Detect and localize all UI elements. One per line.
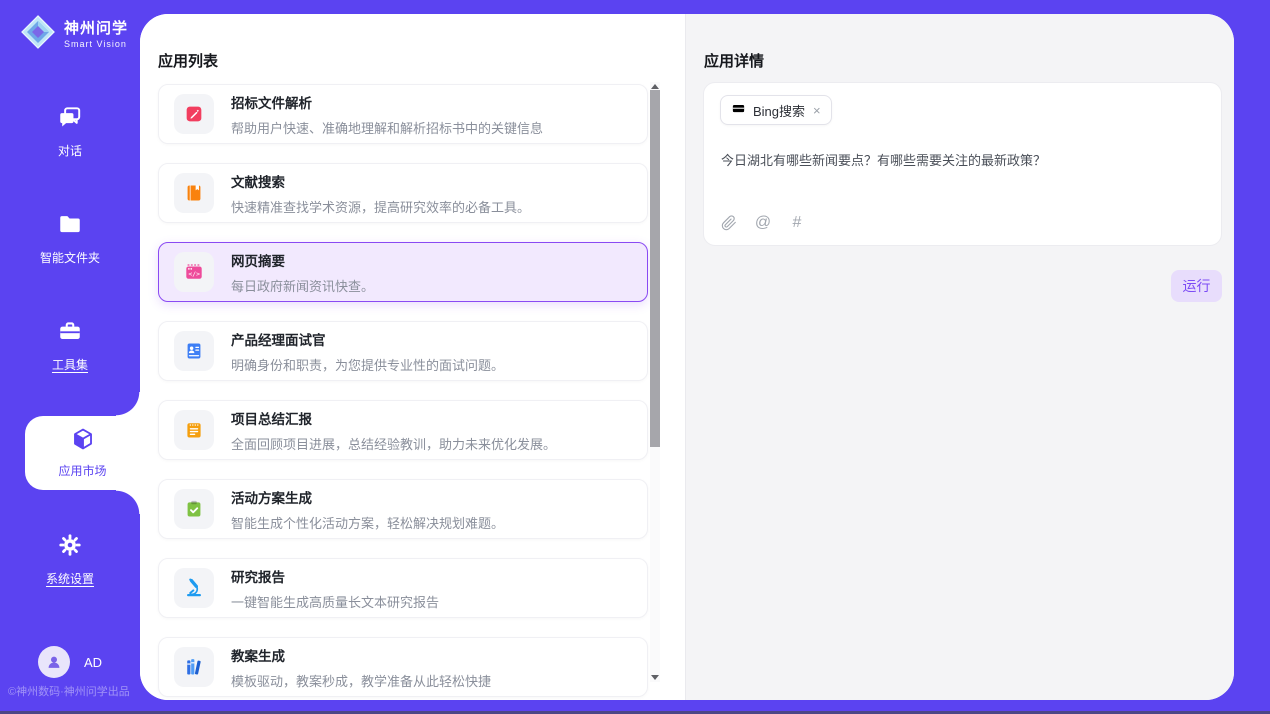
close-icon[interactable]: × [813, 103, 821, 118]
gear-icon [57, 532, 83, 561]
list-item[interactable]: </> 网页摘要 每日政府新闻资讯快查。 [158, 242, 648, 302]
app-desc: 全面回顾项目进展，总结经验教训，助力未来优化发展。 [231, 434, 556, 453]
briefcase-icon [57, 318, 83, 347]
brand-subtitle: Smart Vision [64, 40, 128, 49]
list-item[interactable]: 产品经理面试官 明确身份和职责，为您提供专业性的面试问题。 [158, 321, 648, 381]
sidebar-nav: 对话智能文件夹工具集应用市场系统设置 [0, 78, 140, 613]
sidebar-item-0[interactable]: 对话 [57, 104, 83, 159]
folder-icon [57, 211, 83, 240]
list-item[interactable]: 活动方案生成 智能生成个性化活动方案，轻松解决规划难题。 [158, 479, 648, 539]
paperclip-icon[interactable] [720, 214, 738, 232]
list-item[interactable]: 项目总结汇报 全面回顾项目进展，总结经验教训，助力未来优化发展。 [158, 400, 648, 460]
attachment-toolbar: @# [720, 214, 806, 232]
microscope-icon [174, 568, 214, 608]
app-title: 文献搜索 [231, 171, 530, 191]
app-title: 招标文件解析 [231, 92, 543, 112]
user-initials: AD [84, 655, 102, 670]
app-detail-panel: 应用详情 Bing搜索 × 今日湖北有哪些新闻要点？有哪些需要关注的最新政策？ … [685, 14, 1234, 700]
sidebar: 神州问学 Smart Vision 对话智能文件夹工具集应用市场系统设置 AD … [0, 0, 140, 714]
copyright-text: ©神州数码·神州问学出品 [8, 683, 130, 699]
scrollbar-down-icon[interactable] [651, 675, 659, 680]
query-input[interactable]: 今日湖北有哪些新闻要点？有哪些需要关注的最新政策？ [721, 151, 1205, 171]
hash-icon[interactable]: # [788, 214, 806, 232]
sidebar-item-label: 智能文件夹 [40, 249, 100, 266]
app-list-title: 应用列表 [158, 50, 218, 71]
brand-logo: 神州问学 Smart Vision [20, 14, 128, 55]
list-item[interactable]: 文献搜索 快速精准查找学术资源，提高研究效率的必备工具。 [158, 163, 648, 223]
sidebar-item-label: 对话 [58, 142, 82, 159]
diamond-logo-icon [20, 14, 56, 55]
book-icon [174, 173, 214, 213]
app-card-list: 招标文件解析 帮助用户快速、准确地理解和解析招标书中的关键信息 文献搜索 快速精… [158, 84, 648, 700]
sidebar-item-2[interactable]: 工具集 [52, 318, 88, 373]
main-content: 应用列表 招标文件解析 帮助用户快速、准确地理解和解析招标书中的关键信息 文献搜… [140, 14, 1234, 700]
briefcase-icon [731, 100, 746, 120]
run-button[interactable]: 运行 [1171, 270, 1222, 302]
at-icon[interactable]: @ [754, 214, 772, 232]
sidebar-item-label: 工具集 [52, 356, 88, 373]
books-icon [174, 647, 214, 687]
app-desc: 模板驱动，教案秒成，教学准备从此轻松快捷 [231, 671, 491, 690]
app-detail-title: 应用详情 [704, 50, 764, 71]
clipboard-check-icon [174, 489, 214, 529]
app-desc: 每日政府新闻资讯快查。 [231, 276, 374, 295]
app-desc: 帮助用户快速、准确地理解和解析招标书中的关键信息 [231, 118, 543, 137]
app-title: 产品经理面试官 [231, 329, 504, 349]
list-item[interactable]: 招标文件解析 帮助用户快速、准确地理解和解析招标书中的关键信息 [158, 84, 648, 144]
doc-edit-icon [174, 94, 214, 134]
resume-icon [174, 331, 214, 371]
tool-tag-label: Bing搜索 [753, 101, 805, 120]
app-title: 研究报告 [231, 566, 439, 586]
browser-code-icon: </> [174, 252, 214, 292]
app-title: 网页摘要 [231, 250, 374, 270]
query-card: Bing搜索 × 今日湖北有哪些新闻要点？有哪些需要关注的最新政策？ @# [703, 82, 1222, 246]
brand-name: 神州问学 [64, 21, 128, 36]
app-desc: 智能生成个性化活动方案，轻松解决规划难题。 [231, 513, 504, 532]
scrollbar-up-icon[interactable] [651, 84, 659, 89]
list-item[interactable]: 研究报告 一键智能生成高质量长文本研究报告 [158, 558, 648, 618]
app-title: 活动方案生成 [231, 487, 504, 507]
sidebar-item-1[interactable]: 智能文件夹 [40, 211, 100, 266]
scrollbar[interactable] [650, 82, 660, 682]
user-account[interactable]: AD [38, 646, 102, 678]
tool-tag[interactable]: Bing搜索 × [720, 95, 832, 125]
app-desc: 快速精准查找学术资源，提高研究效率的必备工具。 [231, 197, 530, 216]
notepad-icon [174, 410, 214, 450]
app-desc: 明确身份和职责，为您提供专业性的面试问题。 [231, 355, 504, 374]
sidebar-item-label: 应用市场 [58, 462, 106, 479]
app-title: 项目总结汇报 [231, 408, 556, 428]
app-title: 教案生成 [231, 645, 491, 665]
sidebar-item-label: 系统设置 [46, 570, 94, 587]
list-item[interactable]: 教案生成 模板驱动，教案秒成，教学准备从此轻松快捷 [158, 637, 648, 697]
cube-icon [70, 426, 96, 455]
app-list-panel: 应用列表 招标文件解析 帮助用户快速、准确地理解和解析招标书中的关键信息 文献搜… [140, 14, 685, 700]
sidebar-item-3[interactable]: 应用市场 [25, 416, 140, 490]
app-desc: 一键智能生成高质量长文本研究报告 [231, 592, 439, 611]
scrollbar-thumb[interactable] [650, 90, 660, 447]
svg-text:</>: </> [188, 270, 200, 278]
avatar [38, 646, 70, 678]
sidebar-item-4[interactable]: 系统设置 [46, 532, 94, 587]
chat-icon [57, 104, 83, 133]
